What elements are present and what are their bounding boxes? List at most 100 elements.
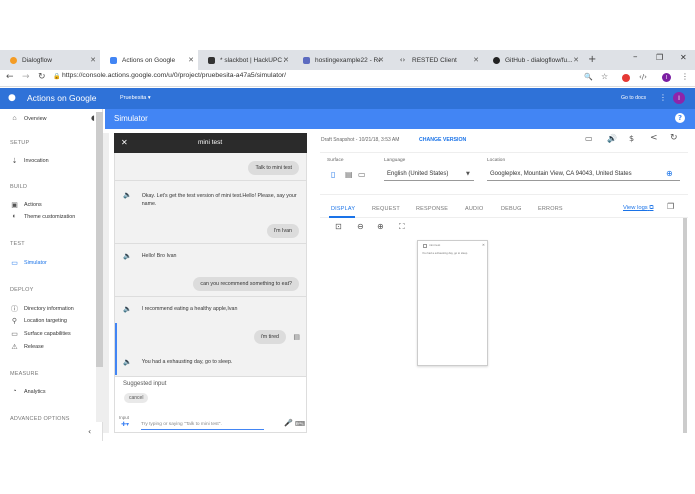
sidebar-item-theme[interactable]: ◐ Theme customization — [10, 213, 75, 220]
zoom-in-icon[interactable]: ⊕ — [377, 222, 384, 231]
app-title[interactable]: Actions on Google — [27, 93, 96, 103]
preview-app-icon — [423, 244, 427, 248]
speaker-icon[interactable]: 🔈 — [123, 252, 132, 260]
help-icon[interactable]: ? — [675, 113, 685, 123]
view-logs-link[interactable]: View logs ⧉ — [623, 205, 653, 212]
chat-input-placeholder: Try typing or saying "Talk to mini test"… — [141, 422, 222, 427]
simulator-settings-panel: Draft Snapshot - 10/21/18, 3:53 AM CHANG… — [320, 133, 688, 433]
speaker-icon[interactable]: 🔈 — [123, 191, 132, 199]
close-icon[interactable]: ✕ — [473, 56, 479, 64]
speaker-surface-icon[interactable]: ▤ — [345, 170, 353, 179]
display-toggle-icon[interactable]: ▭ — [585, 134, 593, 143]
copy-icon[interactable]: ❐ — [667, 202, 674, 211]
more-vert-icon[interactable]: ⋮ — [659, 93, 667, 102]
sidebar-item-release[interactable]: ⚠ Release — [10, 343, 43, 351]
sidebar-section-build: BUILD — [10, 184, 28, 190]
sidebar-scrollbar-track — [96, 367, 103, 422]
new-tab-icon[interactable]: + — [588, 54, 596, 65]
dropdown-icon: ▾ — [147, 95, 151, 101]
goto-docs-link[interactable]: Go to docs — [621, 95, 646, 101]
tab-audio[interactable]: AUDIO — [465, 206, 483, 212]
collapse-chevron-icon[interactable]: ‹ — [88, 427, 91, 436]
speaker-icon[interactable]: 🔈 — [123, 358, 132, 366]
fullscreen-icon[interactable]: ⛶ — [399, 222, 405, 232]
back-icon[interactable]: ← — [6, 72, 14, 82]
sidebar-scrollbar[interactable] — [96, 112, 103, 367]
sidebar-item-surface[interactable]: ▭ Surface capabilities — [10, 330, 71, 338]
browser-tab-bar: Dialogflow ✕ Actions on Google ✕ * slack… — [0, 50, 695, 70]
keyboard-icon[interactable]: ⌨ — [295, 420, 305, 428]
app-header: ● Actions on Google Pruebesita ▾ Go to d… — [0, 88, 695, 109]
sidebar-item-actions[interactable]: ▣ Actions — [10, 201, 42, 209]
tab-debug[interactable]: DEBUG — [501, 206, 522, 212]
input-label: Input — [119, 415, 130, 420]
invocation-icon: ⇣ — [11, 158, 18, 165]
sidebar-item-location[interactable]: ⚲ Location targeting — [10, 317, 67, 325]
close-icon[interactable]: ✕ — [90, 56, 96, 64]
language-select[interactable]: English (United States) ▼ — [384, 169, 474, 181]
browser-tab-dialogflow[interactable]: Dialogflow ✕ — [0, 50, 100, 70]
mic-icon[interactable]: 🎤 — [284, 419, 293, 427]
close-icon[interactable]: ✕ — [573, 56, 579, 64]
sidebar-item-overview[interactable]: ⌂ Overview — [10, 115, 46, 122]
dollar-icon[interactable]: $ — [629, 134, 634, 143]
panel-scrollbar[interactable] — [683, 218, 687, 433]
my-location-icon[interactable]: ⊕ — [666, 169, 673, 178]
selected-turn-marker — [115, 323, 117, 375]
close-icon[interactable]: ✕ — [188, 56, 194, 64]
browser-tab-github[interactable]: GitHub - dialogflow/fu... ✕ — [483, 50, 583, 70]
close-chat-icon[interactable]: ✕ — [121, 138, 128, 147]
window-close-icon[interactable]: ✕ — [680, 53, 687, 62]
profile-icon[interactable]: I — [662, 73, 671, 82]
suggestion-chip[interactable]: cancel — [124, 393, 149, 403]
dialogflow-favicon-icon — [10, 56, 17, 64]
close-icon[interactable]: ✕ — [283, 56, 289, 64]
page-title: Simulator — [114, 114, 148, 123]
zoom-out-icon[interactable]: ⊖ — [357, 222, 364, 231]
reload-icon[interactable]: ↻ — [38, 72, 46, 82]
browser-tab-slackbot[interactable]: * slackbot | HackUPC 2018 ✕ — [198, 50, 293, 70]
sidebar-item-invocation[interactable]: ⇣ Invocation — [10, 157, 49, 165]
refresh-icon[interactable]: ↻ — [670, 133, 678, 143]
url-field[interactable]: https://console.actions.google.com/u/0/p… — [62, 72, 286, 79]
tab-display[interactable]: DISPLAY — [331, 206, 355, 212]
change-version-button[interactable]: CHANGE VERSION — [419, 137, 466, 143]
tab-response[interactable]: RESPONSE — [416, 206, 448, 212]
tab-request[interactable]: REQUEST — [372, 206, 400, 212]
github-favicon-icon — [493, 56, 500, 64]
location-label: Location — [487, 158, 506, 163]
forward-icon[interactable]: → — [22, 72, 30, 82]
chat-input[interactable]: Try typing or saying "Talk to mini test"… — [141, 422, 264, 430]
bookmark-star-icon[interactable]: ☆ — [601, 72, 608, 81]
browser-tab-actions[interactable]: Actions on Google ✕ — [100, 50, 198, 70]
display-surface-icon[interactable]: ▭ — [358, 170, 366, 179]
tab-errors[interactable]: ERRORS — [538, 206, 563, 212]
release-icon: ⚠ — [11, 344, 18, 351]
project-selector[interactable]: Pruebesita ▾ — [120, 95, 151, 101]
preview-title: mini test — [429, 243, 441, 247]
close-icon[interactable]: ✕ — [378, 56, 384, 64]
extension-red-icon[interactable] — [622, 74, 630, 82]
chat-scrollbar[interactable] — [103, 133, 109, 433]
sidebar: ⌂ Overview ◖ SETUP ⇣ Invocation BUILD ▣ Act… — [0, 109, 103, 441]
fit-screen-icon[interactable]: ⊡ — [335, 222, 342, 231]
browser-tab-hosting[interactable]: hostingexample22 - Re... ✕ — [293, 50, 388, 70]
sidebar-item-directory[interactable]: ⓘ Directory information — [10, 304, 74, 314]
zoom-icon[interactable]: 🔍 — [584, 73, 593, 81]
browser-menu-icon[interactable]: ⋮ — [681, 72, 689, 81]
sidebar-item-simulator[interactable]: ▭ Simulator — [10, 259, 47, 267]
volume-icon[interactable]: 🔊 — [607, 134, 617, 143]
restore-icon[interactable]: ❐ — [656, 53, 663, 62]
input-mode-icon[interactable]: ✚▾ — [121, 421, 129, 428]
browser-tab-rested[interactable]: ‹› RESTED Client ✕ — [388, 50, 483, 70]
collapse-sidebar-icon[interactable]: ◖ — [91, 114, 95, 122]
card-icon[interactable]: ▤ — [293, 333, 300, 341]
sidebar-item-analytics[interactable]: ◔ Analytics — [10, 388, 45, 395]
location-field[interactable]: Googleplex, Mountain View, CA 94043, Uni… — [487, 169, 680, 181]
phone-surface-icon[interactable]: ▯ — [331, 170, 335, 179]
speaker-icon[interactable]: 🔈 — [123, 305, 132, 313]
user-avatar[interactable]: I — [673, 92, 685, 104]
extension-code-icon[interactable]: ‹/› — [639, 73, 647, 81]
minimize-icon[interactable]: – — [633, 52, 638, 62]
share-icon[interactable]: < — [650, 133, 658, 143]
